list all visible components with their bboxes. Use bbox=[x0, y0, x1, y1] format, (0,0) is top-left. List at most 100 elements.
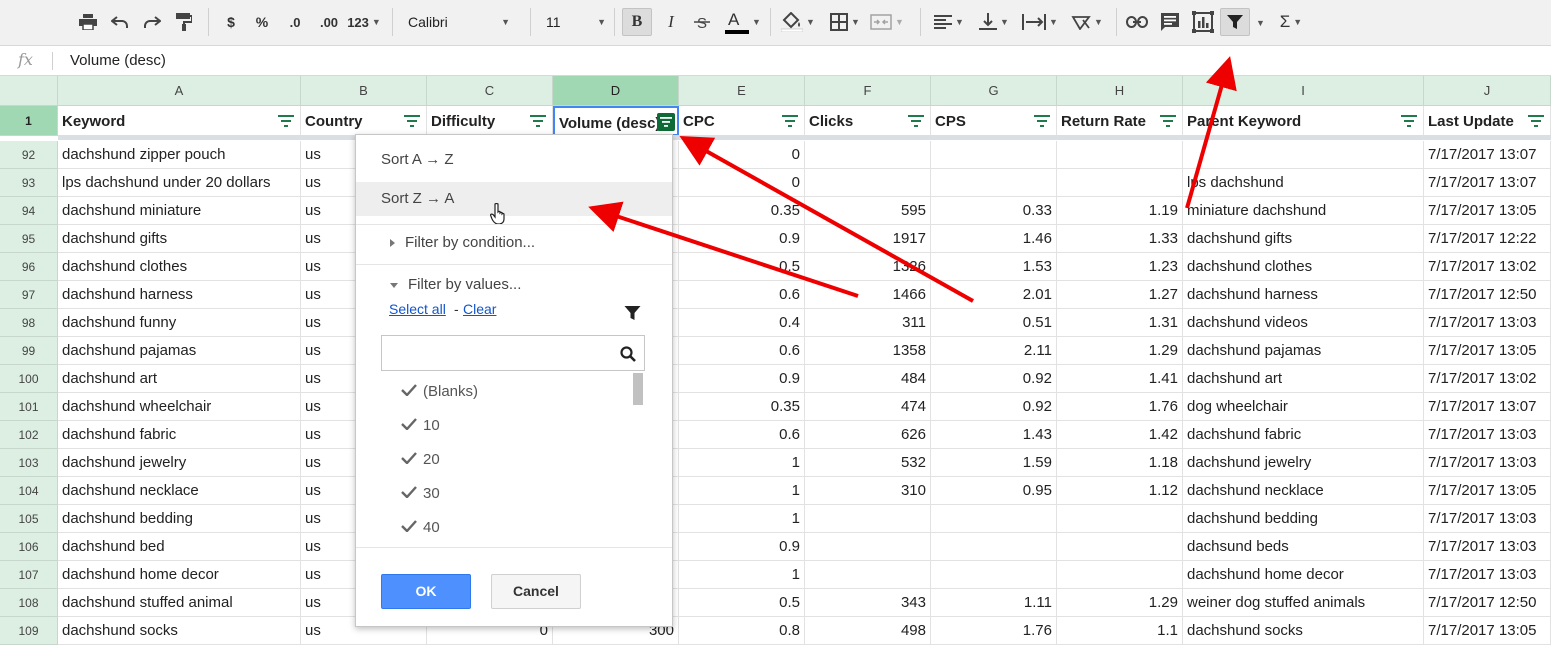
table-cell[interactable]: dachshund funny bbox=[58, 309, 301, 337]
filter-value-option[interactable]: 20 bbox=[401, 445, 440, 475]
table-cell[interactable]: 0.92 bbox=[931, 393, 1057, 421]
table-cell[interactable]: 1 bbox=[679, 561, 805, 589]
table-cell[interactable]: 7/17/2017 13:07 bbox=[1424, 169, 1551, 197]
table-cell[interactable]: 7/17/2017 13:02 bbox=[1424, 365, 1551, 393]
table-cell[interactable]: miniature dachshund bbox=[1183, 197, 1424, 225]
print-button[interactable] bbox=[76, 8, 100, 36]
table-cell[interactable]: 1358 bbox=[805, 337, 931, 365]
table-cell[interactable]: 532 bbox=[805, 449, 931, 477]
filter-lines-icon[interactable] bbox=[1034, 114, 1050, 128]
text-wrapping-button[interactable]: ▼ bbox=[1018, 8, 1062, 36]
table-cell[interactable]: 7/17/2017 12:50 bbox=[1424, 589, 1551, 617]
table-cell[interactable] bbox=[1183, 141, 1424, 169]
table-cell[interactable]: dachshund harness bbox=[58, 281, 301, 309]
table-cell[interactable]: 1.43 bbox=[931, 421, 1057, 449]
table-cell[interactable]: 1.41 bbox=[1057, 365, 1183, 393]
table-cell[interactable]: dachshund gifts bbox=[1183, 225, 1424, 253]
table-cell[interactable] bbox=[931, 505, 1057, 533]
row-number[interactable]: 102 bbox=[0, 421, 58, 449]
clear-link[interactable]: Clear bbox=[463, 301, 496, 317]
table-cell[interactable]: 498 bbox=[805, 617, 931, 645]
table-cell[interactable]: 1326 bbox=[805, 253, 931, 281]
table-cell[interactable]: 1.29 bbox=[1057, 337, 1183, 365]
table-cell[interactable]: dachshund harness bbox=[1183, 281, 1424, 309]
row-number[interactable]: 96 bbox=[0, 253, 58, 281]
table-cell[interactable]: 311 bbox=[805, 309, 931, 337]
table-cell[interactable]: 1917 bbox=[805, 225, 931, 253]
table-cell[interactable]: 0.5 bbox=[679, 253, 805, 281]
table-cell[interactable]: 7/17/2017 13:05 bbox=[1424, 617, 1551, 645]
table-cell[interactable]: 7/17/2017 13:05 bbox=[1424, 197, 1551, 225]
table-cell[interactable]: lps dachshund bbox=[1183, 169, 1424, 197]
vertical-align-button[interactable]: ▼ bbox=[974, 8, 1014, 36]
table-cell[interactable]: dachshund fabric bbox=[1183, 421, 1424, 449]
table-cell[interactable] bbox=[805, 169, 931, 197]
table-cell[interactable]: 0.9 bbox=[679, 533, 805, 561]
select-all-corner[interactable] bbox=[0, 76, 58, 106]
insert-chart-button[interactable] bbox=[1190, 8, 1216, 36]
row-number[interactable]: 97 bbox=[0, 281, 58, 309]
table-cell[interactable]: 0 bbox=[679, 141, 805, 169]
filter-value-option[interactable]: 30 bbox=[401, 479, 440, 509]
column-header[interactable]: G bbox=[931, 76, 1057, 106]
table-cell[interactable]: 2.11 bbox=[931, 337, 1057, 365]
table-cell[interactable]: 310 bbox=[805, 477, 931, 505]
table-cell[interactable]: 7/17/2017 13:03 bbox=[1424, 309, 1551, 337]
filter-by-condition-toggle[interactable]: Filter by condition... bbox=[356, 226, 672, 260]
row-number[interactable]: 108 bbox=[0, 589, 58, 617]
table-cell[interactable]: 626 bbox=[805, 421, 931, 449]
table-cell[interactable] bbox=[931, 169, 1057, 197]
redo-button[interactable] bbox=[140, 8, 164, 36]
table-cell[interactable]: 1.76 bbox=[931, 617, 1057, 645]
row-number[interactable]: 103 bbox=[0, 449, 58, 477]
row-number[interactable]: 95 bbox=[0, 225, 58, 253]
table-cell[interactable]: 0.92 bbox=[931, 365, 1057, 393]
header-cell[interactable]: Last Update bbox=[1424, 106, 1551, 136]
table-cell[interactable]: 0.9 bbox=[679, 365, 805, 393]
table-cell[interactable]: dachshund miniature bbox=[58, 197, 301, 225]
table-cell[interactable]: dachshund home decor bbox=[58, 561, 301, 589]
filter-lines-icon[interactable] bbox=[278, 114, 294, 128]
ok-button[interactable]: OK bbox=[381, 574, 471, 609]
table-cell[interactable]: 0.6 bbox=[679, 421, 805, 449]
table-cell[interactable]: weiner dog stuffed animals bbox=[1183, 589, 1424, 617]
insert-comment-button[interactable] bbox=[1158, 8, 1182, 36]
table-cell[interactable]: 1.76 bbox=[1057, 393, 1183, 421]
table-cell[interactable]: 1.33 bbox=[1057, 225, 1183, 253]
table-cell[interactable]: 1.42 bbox=[1057, 421, 1183, 449]
bold-button[interactable]: B bbox=[622, 8, 652, 36]
table-cell[interactable]: dachshund necklace bbox=[1183, 477, 1424, 505]
table-cell[interactable]: 0.35 bbox=[679, 393, 805, 421]
header-cell[interactable]: Clicks bbox=[805, 106, 931, 136]
text-color-button[interactable]: A ▼ bbox=[720, 8, 764, 36]
table-cell[interactable] bbox=[931, 141, 1057, 169]
table-cell[interactable]: dachshund fabric bbox=[58, 421, 301, 449]
more-formats-button[interactable]: 123 ▼ bbox=[346, 8, 382, 36]
header-cell[interactable]: Difficulty bbox=[427, 106, 553, 136]
chevron-down-icon[interactable]: ▼ bbox=[1256, 18, 1265, 28]
table-cell[interactable]: 484 bbox=[805, 365, 931, 393]
filter-lines-icon[interactable] bbox=[908, 114, 924, 128]
table-cell[interactable]: 1 bbox=[679, 505, 805, 533]
table-cell[interactable]: dachshund home decor bbox=[1183, 561, 1424, 589]
table-cell[interactable]: 1.31 bbox=[1057, 309, 1183, 337]
column-header[interactable]: C bbox=[427, 76, 553, 106]
filter-value-option[interactable]: 10 bbox=[401, 411, 440, 441]
table-cell[interactable]: dachshund zipper pouch bbox=[58, 141, 301, 169]
select-all-link[interactable]: Select all bbox=[389, 301, 446, 317]
column-header[interactable]: A bbox=[58, 76, 301, 106]
table-cell[interactable]: 1.1 bbox=[1057, 617, 1183, 645]
table-cell[interactable] bbox=[805, 505, 931, 533]
table-cell[interactable]: 1.12 bbox=[1057, 477, 1183, 505]
italic-button[interactable]: I bbox=[660, 8, 682, 36]
table-cell[interactable]: 1 bbox=[679, 477, 805, 505]
table-cell[interactable]: dog wheelchair bbox=[1183, 393, 1424, 421]
header-cell[interactable]: CPC bbox=[679, 106, 805, 136]
table-cell[interactable]: 0.8 bbox=[679, 617, 805, 645]
table-cell[interactable]: 0.35 bbox=[679, 197, 805, 225]
table-cell[interactable] bbox=[931, 561, 1057, 589]
filter-by-values-toggle[interactable]: Filter by values... bbox=[356, 268, 672, 302]
table-cell[interactable]: 595 bbox=[805, 197, 931, 225]
table-cell[interactable]: dachshund art bbox=[1183, 365, 1424, 393]
table-cell[interactable]: dachshund clothes bbox=[1183, 253, 1424, 281]
